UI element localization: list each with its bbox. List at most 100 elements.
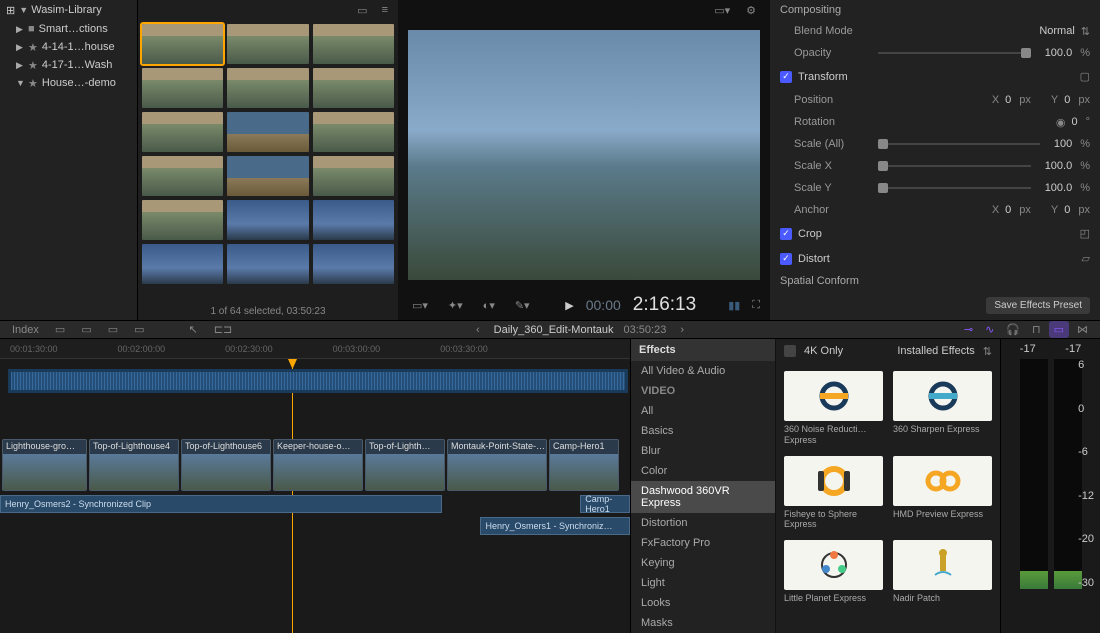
timeline-clip[interactable]: Keeper-house-o… bbox=[273, 439, 363, 491]
timeline-clip[interactable]: Montauk-Point-State-… bbox=[447, 439, 547, 491]
transform-checkbox[interactable]: ✓ bbox=[780, 71, 792, 83]
effects-category[interactable]: Blur bbox=[631, 441, 775, 461]
rotation-dial-icon[interactable]: ◉ bbox=[1056, 116, 1066, 129]
effect-item[interactable]: Nadir Patch bbox=[893, 540, 992, 604]
scale-all-slider[interactable] bbox=[878, 143, 1040, 145]
clip-thumbnail[interactable] bbox=[142, 112, 223, 152]
fullscreen-icon[interactable]: ⛶ bbox=[752, 299, 760, 312]
sync-clip[interactable]: Camp-Hero1 bbox=[580, 495, 630, 513]
clip-thumbnail[interactable] bbox=[313, 244, 394, 284]
effect-item[interactable]: 360 Noise Reducti…Express bbox=[784, 371, 883, 446]
effect-item[interactable]: 360 Sharpen Express bbox=[893, 371, 992, 446]
connected-audio-clip[interactable] bbox=[8, 369, 628, 393]
effects-category[interactable]: Distortion bbox=[631, 513, 775, 533]
clip-thumbnail[interactable] bbox=[142, 156, 223, 196]
distort-header[interactable]: ✓ Distort ▱ bbox=[770, 246, 1100, 271]
scale-y-row[interactable]: Scale Y 100.0 % bbox=[770, 177, 1100, 199]
effect-item[interactable]: Little Planet Express bbox=[784, 540, 883, 604]
view-mode-dropdown[interactable]: ▭▾ bbox=[408, 297, 432, 314]
library-header[interactable]: ⊞ ▼ Wasim-Library bbox=[0, 0, 137, 20]
clip-thumbnail[interactable] bbox=[227, 200, 308, 240]
crop-header[interactable]: ✓ Crop ◰ bbox=[770, 221, 1100, 246]
effects-category[interactable]: Dashwood 360VR Express bbox=[631, 481, 775, 513]
retime-icon[interactable]: ◐▾ bbox=[479, 297, 499, 314]
clip-thumbnail[interactable] bbox=[142, 24, 223, 64]
opacity-value[interactable]: 100.0 bbox=[1045, 47, 1073, 59]
timeline-ruler[interactable]: 00:01:30:00 00:02:00:00 00:02:30:00 00:0… bbox=[0, 339, 630, 359]
solo-icon[interactable]: 🎧 bbox=[1002, 321, 1024, 338]
clip-thumbnail[interactable] bbox=[227, 244, 308, 284]
sync-clip[interactable]: Henry_Osmers2 - Synchronized Clip bbox=[0, 495, 442, 513]
clip-thumbnail[interactable] bbox=[227, 24, 308, 64]
layout-icon[interactable]: ▭ bbox=[104, 321, 122, 338]
layout-icon[interactable]: ▭ bbox=[51, 321, 69, 338]
audio-skim-icon[interactable]: ∿ bbox=[981, 321, 998, 338]
effects-category[interactable]: Keying bbox=[631, 553, 775, 573]
sidebar-item-event[interactable]: ▶ ★ 4-14-1…house bbox=[0, 38, 137, 56]
enhance-icon[interactable]: ✎▾ bbox=[511, 297, 534, 314]
prev-edit-icon[interactable]: ‹ bbox=[472, 322, 484, 338]
sync-clip[interactable]: Henry_Osmers1 - Synchroniz… bbox=[480, 517, 630, 535]
transform-tool-icon[interactable]: ✦▾ bbox=[444, 297, 467, 314]
scale-x-slider[interactable] bbox=[878, 165, 1031, 167]
clip-thumbnail[interactable] bbox=[227, 68, 308, 108]
opacity-row[interactable]: Opacity 100.0 % bbox=[770, 42, 1100, 64]
snap-icon[interactable]: ⊓ bbox=[1028, 321, 1045, 338]
position-row[interactable]: Position X 0 px Y 0 px bbox=[770, 89, 1100, 111]
clip-thumbnail[interactable] bbox=[227, 112, 308, 152]
sidebar-item-smart[interactable]: ▶ ■ Smart…ctions bbox=[0, 20, 137, 38]
filmstrip-icon[interactable]: ▭ bbox=[353, 2, 371, 19]
effect-item[interactable]: Fisheye to Sphere Express bbox=[784, 456, 883, 531]
select-tool-icon[interactable]: ↖ bbox=[185, 321, 202, 338]
crop-tool-icon[interactable]: ◰ bbox=[1080, 227, 1090, 240]
timeline-clip[interactable]: Top-of-Lighth… bbox=[365, 439, 445, 491]
scale-y-slider[interactable] bbox=[878, 187, 1031, 189]
crop-checkbox[interactable]: ✓ bbox=[780, 228, 792, 240]
layout-icon[interactable]: ▭ bbox=[77, 321, 95, 338]
clip-thumbnail[interactable] bbox=[313, 68, 394, 108]
effects-category[interactable]: Basics bbox=[631, 421, 775, 441]
scale-all-row[interactable]: Scale (All) 100 % bbox=[770, 133, 1100, 155]
clip-thumbnail[interactable] bbox=[142, 68, 223, 108]
clip-thumbnail[interactable] bbox=[227, 156, 308, 196]
clip-thumbnail[interactable] bbox=[142, 200, 223, 240]
scale-x-row[interactable]: Scale X 100.0 % bbox=[770, 155, 1100, 177]
index-button[interactable]: Index bbox=[8, 322, 43, 338]
layout-icon[interactable]: ▭ bbox=[130, 321, 148, 338]
clip-thumbnail[interactable] bbox=[142, 244, 223, 284]
timeline-tracks[interactable]: Lighthouse-gro…Top-of-Lighthouse4Top-of-… bbox=[0, 359, 630, 633]
trim-tool-icon[interactable]: ⊏⊐ bbox=[210, 321, 236, 338]
zoom-dropdown[interactable]: ⚙ bbox=[742, 2, 760, 19]
clip-thumbnail[interactable] bbox=[313, 24, 394, 64]
effect-item[interactable]: HMD Preview Express bbox=[893, 456, 992, 531]
next-edit-icon[interactable]: › bbox=[676, 322, 688, 338]
sidebar-item-event[interactable]: ▼ ★ House…-demo bbox=[0, 74, 137, 92]
transitions-icon[interactable]: ⋈ bbox=[1073, 321, 1092, 338]
skimming-icon[interactable]: ⊸ bbox=[960, 321, 977, 338]
sidebar-item-event[interactable]: ▶ ★ 4-17-1…Wash bbox=[0, 56, 137, 74]
timeline-panel[interactable]: 00:01:30:00 00:02:00:00 00:02:30:00 00:0… bbox=[0, 339, 630, 633]
rotation-row[interactable]: Rotation ◉ 0 ° bbox=[770, 111, 1100, 133]
effects-category[interactable]: Looks bbox=[631, 593, 775, 613]
effects-category[interactable]: FxFactory Pro bbox=[631, 533, 775, 553]
clip-thumbnail[interactable] bbox=[313, 156, 394, 196]
spatial-conform-header[interactable]: Spatial Conform bbox=[770, 271, 1100, 291]
effects-category[interactable]: Masks bbox=[631, 613, 775, 633]
timeline-clip[interactable]: Lighthouse-gro… bbox=[2, 439, 87, 491]
opacity-slider[interactable] bbox=[878, 52, 1031, 54]
effects-category[interactable]: All bbox=[631, 401, 775, 421]
viewer-canvas[interactable] bbox=[398, 20, 770, 290]
effects-category[interactable]: Color bbox=[631, 461, 775, 481]
clip-thumbnail[interactable] bbox=[313, 112, 394, 152]
view-options-icon[interactable]: ▭▾ bbox=[710, 2, 734, 19]
transform-reset-icon[interactable]: ▢ bbox=[1080, 70, 1090, 83]
effects-category[interactable]: VIDEO bbox=[631, 381, 775, 401]
anchor-row[interactable]: Anchor X 0 px Y 0 px bbox=[770, 199, 1100, 221]
play-button[interactable]: ▶ bbox=[565, 299, 573, 312]
distort-tool-icon[interactable]: ▱ bbox=[1082, 252, 1090, 265]
effects-browser-icon[interactable]: ▭ bbox=[1049, 321, 1069, 338]
timeline-clip[interactable]: Camp-Hero1 bbox=[549, 439, 619, 491]
list-icon[interactable]: ≡ bbox=[378, 2, 392, 18]
clip-thumbnail[interactable] bbox=[313, 200, 394, 240]
effects-category[interactable]: Light bbox=[631, 573, 775, 593]
